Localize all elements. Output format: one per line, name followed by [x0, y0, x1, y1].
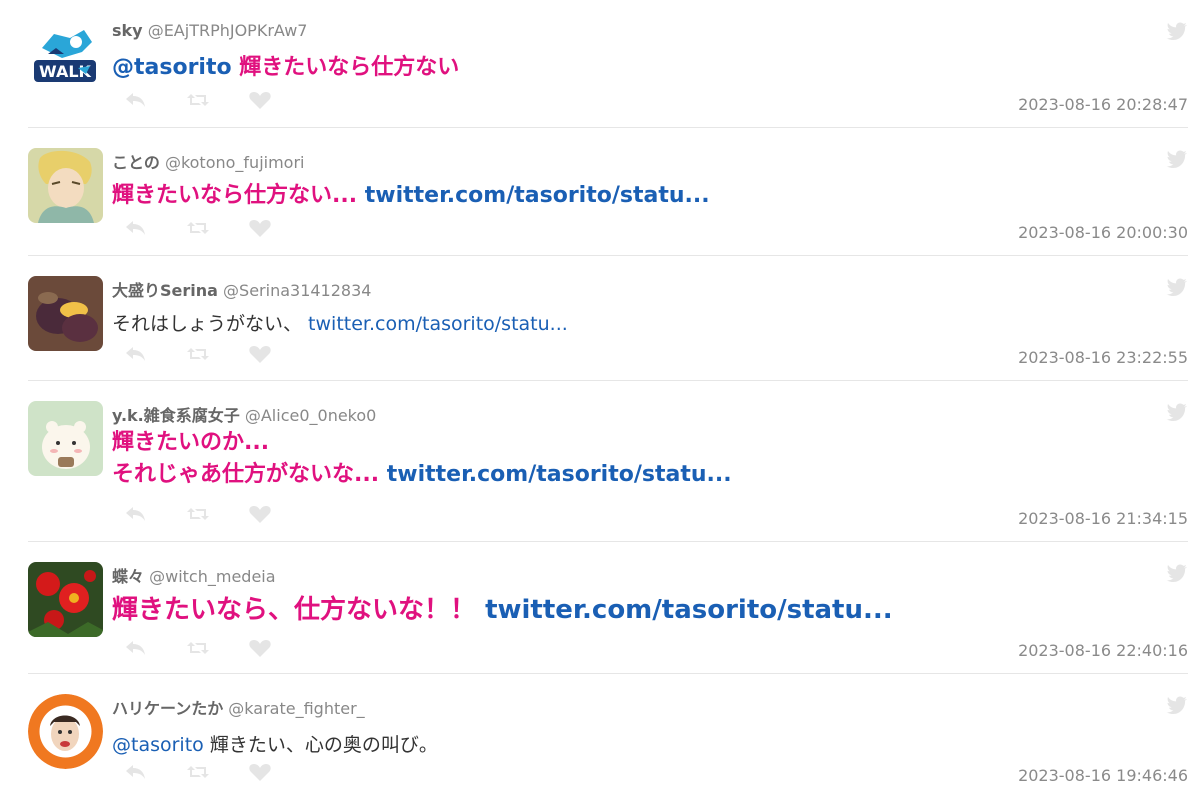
- status-link[interactable]: twitter.com/tasorito/statu...: [387, 462, 732, 487]
- status-link[interactable]: twitter.com/tasorito/statu...: [485, 595, 893, 625]
- tweet-header: y.k.雑食系腐女子 @Alice0_0neko0: [112, 402, 376, 426]
- twitter-bird-icon[interactable]: [1166, 278, 1188, 296]
- twitter-bird-icon[interactable]: [1166, 150, 1188, 168]
- tweet-timestamp[interactable]: 2023-08-16 20:00:30: [1018, 223, 1188, 242]
- tweet-header: ことの @kotono_fujimori: [112, 149, 304, 173]
- tweet-actions: [124, 218, 274, 238]
- reply-icon[interactable]: [124, 218, 150, 238]
- tweet-item: 大盛りSerina @Serina31412834 それはしょうがない、 twi…: [28, 256, 1188, 381]
- user-handle[interactable]: @Serina31412834: [223, 281, 371, 300]
- user-handle[interactable]: @karate_fighter_: [228, 699, 364, 718]
- heart-icon[interactable]: [248, 504, 274, 524]
- avatar[interactable]: [28, 401, 103, 476]
- user-name[interactable]: 蝶々: [112, 567, 144, 586]
- user-name[interactable]: ことの: [112, 153, 160, 172]
- tweet-timestamp[interactable]: 2023-08-16 23:22:55: [1018, 348, 1188, 367]
- twitter-bird-icon[interactable]: [1166, 403, 1188, 421]
- tweet-actions: [124, 90, 274, 110]
- tweet-actions: [124, 504, 274, 524]
- twitter-bird-icon[interactable]: [1166, 22, 1188, 40]
- avatar[interactable]: [28, 276, 103, 351]
- user-handle[interactable]: @witch_medeia: [149, 567, 275, 586]
- user-name[interactable]: 大盛りSerina: [112, 281, 218, 300]
- avatar[interactable]: [28, 148, 103, 223]
- reply-icon[interactable]: [124, 762, 150, 782]
- tweet-header: sky @EAjTRPhJOPKrAw7: [112, 21, 307, 40]
- retweet-icon[interactable]: [186, 90, 212, 110]
- heart-icon[interactable]: [248, 90, 274, 110]
- tweet-body-line2: それじゃあ仕方がないな...: [112, 462, 387, 487]
- tweet-item: ことの @kotono_fujimori 輝きたいなら仕方ない... twitt…: [28, 128, 1188, 256]
- retweet-icon[interactable]: [186, 344, 212, 364]
- status-link[interactable]: twitter.com/tasorito/statu...: [365, 183, 710, 208]
- tweet-header: 大盛りSerina @Serina31412834: [112, 277, 371, 301]
- tweet-header: 蝶々 @witch_medeia: [112, 563, 276, 587]
- tweet-actions: [124, 762, 274, 782]
- tweet-body: 輝きたいなら、仕方ないな！！: [112, 595, 486, 625]
- retweet-icon[interactable]: [186, 762, 212, 782]
- tweet-text: @tasorito 輝きたいなら仕方ない: [112, 52, 459, 84]
- heart-icon[interactable]: [248, 344, 274, 364]
- tweet-timestamp[interactable]: 2023-08-16 22:40:16: [1018, 641, 1188, 660]
- reply-icon[interactable]: [124, 504, 150, 524]
- tweet-item: 蝶々 @witch_medeia 輝きたいなら、仕方ないな！！ twitter.…: [28, 542, 1188, 674]
- tweet-text: 輝きたいなら仕方ない... twitter.com/tasorito/statu…: [112, 180, 710, 212]
- user-name[interactable]: y.k.雑食系腐女子: [112, 406, 240, 425]
- twitter-bird-icon[interactable]: [1166, 564, 1188, 582]
- user-handle[interactable]: @EAjTRPhJOPKrAw7: [148, 21, 308, 40]
- heart-icon[interactable]: [248, 638, 274, 658]
- retweet-icon[interactable]: [186, 504, 212, 524]
- tweet-actions: [124, 638, 274, 658]
- tweet-body: 輝きたい、心の奥の叫び。: [203, 734, 438, 756]
- tweet-text: 輝きたいなら、仕方ないな！！ twitter.com/tasorito/stat…: [112, 594, 893, 626]
- avatar[interactable]: WALK: [28, 20, 103, 95]
- avatar[interactable]: [28, 562, 103, 637]
- tweet-timestamp[interactable]: 2023-08-16 21:34:15: [1018, 509, 1188, 528]
- tweet-text: @tasorito 輝きたい、心の奥の叫び。: [112, 729, 438, 761]
- user-handle[interactable]: @kotono_fujimori: [165, 153, 305, 172]
- avatar[interactable]: [28, 694, 103, 769]
- tweet-body-line1: 輝きたいのか...: [112, 430, 270, 455]
- tweet-item: ハリケーンたか @karate_fighter_ @tasorito 輝きたい、…: [28, 674, 1188, 802]
- tweet-header: ハリケーンたか @karate_fighter_: [112, 695, 365, 719]
- heart-icon[interactable]: [248, 762, 274, 782]
- tweet-timestamp[interactable]: 2023-08-16 20:28:47: [1018, 95, 1188, 114]
- reply-icon[interactable]: [124, 344, 150, 364]
- tweet-body: それはしょうがない、: [112, 313, 309, 335]
- tweet-text: それはしょうがない、 twitter.com/tasorito/statu...: [112, 308, 568, 340]
- retweet-icon[interactable]: [186, 638, 212, 658]
- reply-icon[interactable]: [124, 90, 150, 110]
- tweet-body: 輝きたいなら仕方ない: [231, 55, 460, 80]
- user-name[interactable]: sky: [112, 21, 143, 40]
- tweet-item: y.k.雑食系腐女子 @Alice0_0neko0 輝きたいのか... それじゃ…: [28, 381, 1188, 542]
- status-link[interactable]: twitter.com/tasorito/statu...: [308, 313, 568, 335]
- tweet-list: WALK sky @EAjTRPhJOPKrAw7 @tasorito 輝きたい…: [0, 0, 1200, 802]
- tweet-body: 輝きたいなら仕方ない...: [112, 183, 365, 208]
- reply-icon[interactable]: [124, 638, 150, 658]
- user-name[interactable]: ハリケーンたか: [112, 699, 223, 718]
- tweet-item: WALK sky @EAjTRPhJOPKrAw7 @tasorito 輝きたい…: [28, 0, 1188, 128]
- tweet-timestamp[interactable]: 2023-08-16 19:46:46: [1018, 766, 1188, 785]
- tweet-text: 輝きたいのか... それじゃあ仕方がないな... twitter.com/tas…: [112, 427, 732, 491]
- twitter-bird-icon[interactable]: [1166, 696, 1188, 714]
- heart-icon[interactable]: [248, 218, 274, 238]
- mention-link[interactable]: @tasorito: [112, 734, 204, 756]
- mention-link[interactable]: @tasorito: [112, 55, 232, 80]
- tweet-actions: [124, 344, 274, 364]
- retweet-icon[interactable]: [186, 218, 212, 238]
- user-handle[interactable]: @Alice0_0neko0: [245, 406, 376, 425]
